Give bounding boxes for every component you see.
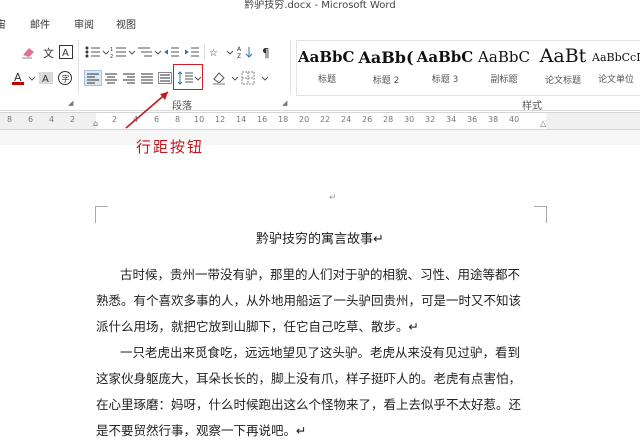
annotation-label: 行距按钮 <box>136 138 205 156</box>
text-line: 派什么用场，就把它放到山脚下，任它自己吃草、散步。↵ <box>96 319 419 334</box>
header-paragraph-mark: ↵ <box>329 193 337 203</box>
margin-corner-left <box>95 206 108 223</box>
paragraph-2[interactable]: 一只老虎出来觅食吃，远远地望见了这头驴。老虎从来没有见过驴，看到 这家伙身躯庞大… <box>96 340 548 444</box>
paragraph-1[interactable]: 古时候，贵州一带没有驴，那里的人们对于驴的相貌、习性、用途等都不 熟悉。有个喜欢… <box>96 262 548 340</box>
text-line: 是不要贸然行事，观察一下再说吧。↵ <box>96 423 307 438</box>
text-line: 古时候，贵州一带没有驴，那里的人们对于驴的相貌、习性、用途等都不 <box>120 267 521 282</box>
text-line: 在心里琢磨：妈呀，什么时候跑出这么个怪物来了，看上去似乎不太好惹。还 <box>96 397 522 412</box>
text-line: 这家伙身躯庞大，耳朵长长的，脚上没有爪，样子挺吓人的。老虎有点害怕， <box>96 371 522 386</box>
document-title[interactable]: 黔驴技穷的寓言故事↵ <box>0 228 640 247</box>
text-line: 一只老虎出来觅食吃，远远地望见了这头驴。老虎从来没有见过驴，看到 <box>120 345 521 360</box>
text-line: 熟悉。有个喜欢多事的人，从外地用船运了一头驴回贵州，可是一时又不知该 <box>96 293 522 308</box>
margin-corner-right <box>534 206 547 223</box>
